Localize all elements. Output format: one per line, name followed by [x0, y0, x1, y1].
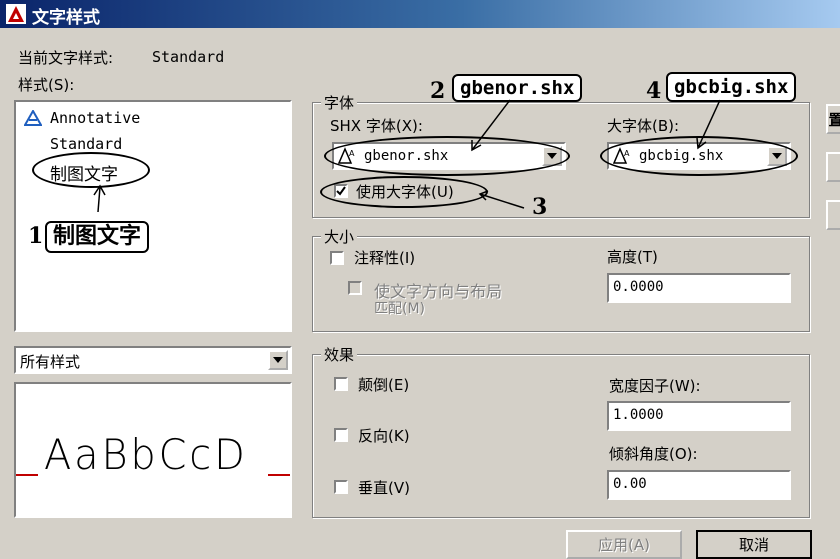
- vertical-checkbox[interactable]: [334, 480, 348, 494]
- width-factor-label: 宽度因子(W):: [609, 377, 701, 395]
- highlight-ellipse-style: [32, 152, 150, 188]
- annotation-number-4: 4: [646, 78, 662, 104]
- highlight-ellipse-use-big: [320, 176, 488, 208]
- annotative-icon: [24, 110, 42, 126]
- current-style-value: Standard: [152, 48, 225, 66]
- current-style-label: 当前文字样式:: [18, 49, 114, 67]
- styles-list[interactable]: Annotative Standard 制图文字: [14, 100, 292, 332]
- oblique-angle-value: 0.00: [613, 476, 647, 492]
- preview-text: AaBbCcD: [44, 430, 248, 479]
- style-filter-combo[interactable]: 所有样式: [14, 346, 292, 374]
- preview-box: AaBbCcD: [14, 382, 292, 518]
- autocad-logo-icon: [6, 4, 26, 24]
- shx-font-label: SHX 字体(X):: [330, 117, 423, 135]
- annotation-callout-2: gbenor.shx: [452, 74, 583, 102]
- vertical-label[interactable]: 垂直(V): [358, 477, 410, 498]
- annotation-callout-4: gbcbig.shx: [666, 72, 797, 102]
- width-factor-input[interactable]: 1.0000: [607, 401, 791, 431]
- preview-baseline-left: [16, 474, 38, 476]
- height-label: 高度(T): [607, 248, 658, 266]
- annotation-number-2: 2: [430, 78, 446, 104]
- match-layout-checkbox[interactable]: [348, 281, 362, 295]
- oblique-angle-input[interactable]: 0.00: [607, 470, 791, 500]
- effects-group-legend: 效果: [321, 344, 358, 365]
- style-item-standard[interactable]: Standard: [50, 135, 122, 153]
- height-input[interactable]: 0.0000: [607, 273, 791, 303]
- width-factor-value: 1.0000: [613, 407, 664, 423]
- annotation-callout-1: 制图文字: [45, 221, 150, 253]
- set-current-button-partial[interactable]: 置: [826, 104, 840, 134]
- highlight-ellipse-big: [600, 136, 798, 176]
- style-item-annotative[interactable]: Annotative: [50, 109, 140, 127]
- size-group-legend: 大小: [321, 226, 358, 247]
- style-filter-dropdown-button[interactable]: [268, 350, 288, 370]
- annotation-arrow-1: [93, 184, 106, 213]
- chevron-down-icon: [273, 357, 283, 363]
- annotation-number-3: 3: [532, 194, 548, 220]
- backwards-label[interactable]: 反向(K): [358, 425, 410, 446]
- style-filter-value: 所有样式: [20, 353, 81, 371]
- upside-down-label[interactable]: 颠倒(E): [358, 374, 409, 395]
- new-button-partial[interactable]: [826, 152, 840, 182]
- oblique-angle-label: 倾斜角度(O):: [609, 445, 698, 463]
- styles-label: 样式(S):: [18, 76, 75, 94]
- apply-button[interactable]: 应用(A): [566, 530, 682, 559]
- preview-baseline-right: [268, 474, 290, 476]
- big-font-label: 大字体(B):: [607, 117, 680, 135]
- highlight-ellipse-shx: [324, 136, 570, 176]
- annotative-checkbox[interactable]: [330, 251, 344, 265]
- backwards-checkbox[interactable]: [334, 428, 348, 442]
- cancel-button[interactable]: 取消: [696, 530, 812, 559]
- window-title: 文字样式: [32, 8, 100, 28]
- height-value: 0.0000: [613, 279, 664, 295]
- annotative-label[interactable]: 注释性(I): [354, 247, 415, 268]
- title-bar[interactable]: 文字样式: [0, 0, 840, 28]
- font-group-legend: 字体: [321, 92, 358, 113]
- delete-button-partial[interactable]: [826, 200, 840, 230]
- match-layout-label-2: 匹配(M): [374, 301, 426, 317]
- upside-down-checkbox[interactable]: [334, 377, 348, 391]
- annotation-number-1: 1: [28, 223, 44, 249]
